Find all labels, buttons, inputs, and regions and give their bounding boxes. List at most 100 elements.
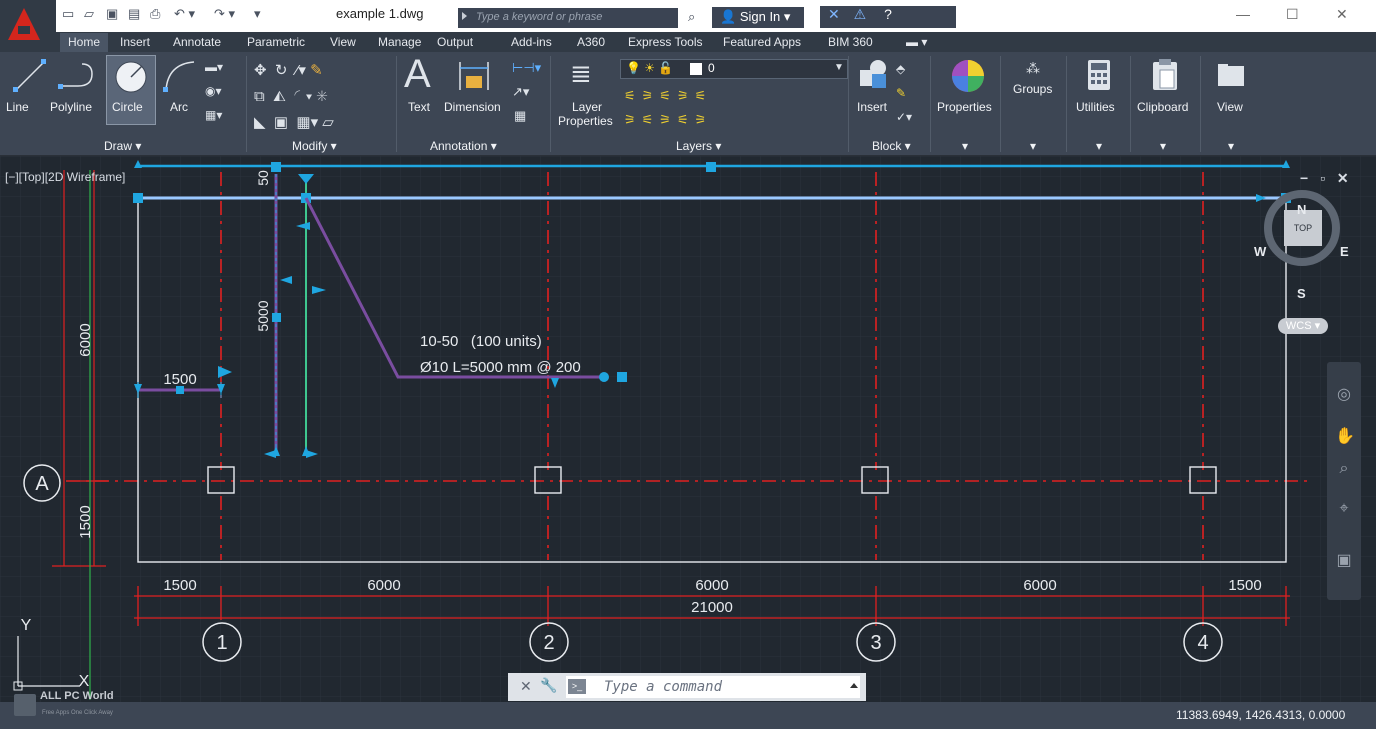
dimension-icon[interactable] (454, 58, 494, 94)
rotate-icon[interactable]: ↻ (275, 62, 288, 79)
command-placeholder[interactable]: Type a command (604, 679, 722, 695)
rebar-label-spec[interactable]: Ø10 L=5000 mm @ 200 (420, 359, 581, 376)
compass-north[interactable]: N (1297, 202, 1306, 217)
layer-tools[interactable]: ⚟⚞⚟⚞⚟ ⚞⚟⚞⚟⚞ (624, 84, 844, 132)
ucs-menu-button[interactable]: WCS ▾ (1278, 318, 1328, 334)
dimension-tool-label[interactable]: Dimension (444, 100, 501, 114)
tab-home[interactable]: Home (60, 33, 109, 52)
application-menu-button[interactable] (0, 0, 56, 52)
properties-panel-expand[interactable]: ▾ (962, 139, 968, 153)
group-icon[interactable]: ⁂ (1026, 60, 1040, 77)
utilities-panel-expand[interactable]: ▾ (1096, 139, 1102, 153)
layer-on-icon[interactable]: 💡 ☀ 🔓 (626, 61, 673, 75)
explode-icon[interactable]: ✳ (316, 88, 327, 105)
showmotion-icon[interactable]: ▣ (1335, 550, 1353, 569)
edit-block-icon[interactable]: ✎ (896, 86, 914, 100)
drawing-canvas[interactable]: A 1500 6000 6000 6000 1500 21000 1 2 3 4… (0, 156, 1376, 702)
text-tool-label[interactable]: Text (408, 100, 430, 114)
print-icon[interactable]: ⎙ (150, 6, 160, 24)
copy-icon[interactable]: ⧉ (254, 88, 265, 105)
clipboard-icon[interactable] (1150, 58, 1180, 92)
tab-manage[interactable]: Manage (378, 35, 421, 49)
circle-icon[interactable] (112, 58, 150, 96)
table-icon[interactable]: ▦ (514, 108, 532, 123)
rectangle-icon[interactable]: ▬▾ (205, 60, 223, 74)
open-file-icon[interactable]: ▱ (84, 6, 94, 24)
clipboard-panel-expand[interactable]: ▾ (1160, 139, 1166, 153)
leader-icon[interactable]: ↗▾ (512, 84, 530, 99)
tab-overflow-icon[interactable]: ▬ ▾ (906, 35, 927, 49)
layers-panel-title[interactable]: Layers ▾ (676, 139, 721, 153)
text-icon[interactable]: A (404, 52, 431, 97)
draw-panel-title[interactable]: Draw ▾ (104, 139, 141, 153)
stretch-icon[interactable]: ◣ (254, 114, 266, 131)
sign-in-button[interactable]: 👤 Sign In ▾ (712, 7, 805, 28)
wrench-icon[interactable]: 🔧 (540, 677, 557, 694)
layer-tools-row1-icons[interactable]: ⚟⚞⚟⚞⚟ (624, 88, 712, 103)
mirror-icon[interactable]: ◭ (273, 88, 286, 105)
polyline-tool-label[interactable]: Polyline (50, 100, 92, 114)
maximize-button[interactable]: ☐ (1286, 6, 1299, 23)
offset-icon[interactable]: ⏥ (322, 114, 334, 131)
drawing-svg[interactable]: A 1500 6000 6000 6000 1500 21000 1 2 3 4… (0, 156, 1376, 702)
grip-leader-square[interactable] (617, 372, 627, 382)
utilities-tool-label[interactable]: Utilities (1076, 100, 1115, 114)
viewport-window-controls[interactable]: − ▫ ✕ (1300, 170, 1353, 187)
grip-rebar-mid[interactable] (272, 313, 281, 322)
tab-parametric[interactable]: Parametric (247, 35, 305, 49)
tab-insert[interactable]: Insert (120, 35, 150, 49)
grip-left[interactable] (133, 193, 143, 203)
command-prompt-icon[interactable]: >_ (568, 679, 586, 694)
a360-icon[interactable]: ⚠ (854, 6, 867, 22)
line-tool-label[interactable]: Line (6, 100, 29, 114)
block-panel-title[interactable]: Block ▾ (872, 139, 911, 153)
exchange-apps-icon[interactable]: ✕ (828, 6, 840, 22)
layer-properties-icon[interactable]: ≣ (570, 58, 592, 89)
save-icon[interactable]: ▣ (106, 6, 118, 24)
grip-top-mid[interactable] (706, 162, 716, 172)
help-button[interactable]: ? (884, 6, 892, 22)
arc-icon[interactable] (160, 56, 200, 96)
erase-icon[interactable]: ✎ (310, 62, 323, 79)
tab-a360[interactable]: A360 (577, 35, 605, 49)
steering-wheel-icon[interactable]: ◎ (1335, 384, 1353, 403)
rebar-label-count[interactable]: 10-50 (100 units) (420, 333, 542, 350)
minimize-button[interactable]: — (1236, 6, 1250, 22)
scale-icon[interactable]: ▣ (274, 114, 288, 131)
insert-tool-label[interactable]: Insert (857, 100, 887, 114)
layer-properties-label-1[interactable]: Layer (572, 100, 602, 114)
properties-icon[interactable] (950, 58, 986, 94)
tab-view[interactable]: View (330, 35, 356, 49)
compass-west[interactable]: W (1254, 244, 1266, 259)
exchange-tools[interactable]: ✕ ⚠ ? (820, 6, 956, 28)
redo-icon[interactable]: ↷ ▾ (214, 6, 235, 24)
fillet-icon[interactable]: ◜▾ (294, 88, 312, 105)
layer-tools-row2-icons[interactable]: ⚞⚟⚞⚟⚞ (624, 112, 712, 127)
arc-tool-label[interactable]: Arc (170, 100, 188, 114)
chevron-down-icon[interactable]: ▼ (834, 62, 844, 73)
view-tool-label[interactable]: View (1217, 100, 1243, 114)
clipboard-tool-label[interactable]: Clipboard (1137, 100, 1188, 114)
hatch-icon[interactable]: ◉▾ (205, 84, 223, 98)
new-file-icon[interactable]: ▭ (62, 6, 74, 24)
tab-add-ins[interactable]: Add-ins (511, 35, 552, 49)
groups-tool-label[interactable]: Groups (1013, 82, 1052, 96)
groups-panel-expand[interactable]: ▾ (1030, 139, 1036, 153)
close-button[interactable]: ✕ (1336, 6, 1348, 23)
tab-featured-apps[interactable]: Featured Apps (723, 35, 801, 49)
binoculars-icon[interactable]: ⌕ (688, 9, 695, 25)
command-history-icon[interactable] (850, 683, 858, 688)
block-attribute-icon[interactable]: ✓▾ (896, 110, 914, 124)
view-panel-expand[interactable]: ▾ (1228, 139, 1234, 153)
gradient-icon[interactable]: ▦▾ (205, 108, 223, 122)
create-block-icon[interactable]: ⬘ (896, 62, 914, 76)
search-expand-icon[interactable] (462, 12, 467, 20)
save-as-icon[interactable]: ▤ (128, 6, 140, 24)
tab-output[interactable]: Output (437, 35, 473, 49)
coordinate-readout[interactable]: 11383.6949, 1426.4313, 0.0000 (1176, 708, 1345, 722)
view-icon[interactable] (1216, 62, 1246, 88)
grip-leader-end[interactable] (599, 372, 609, 382)
insert-block-icon[interactable] (856, 58, 890, 92)
calculator-icon[interactable] (1086, 58, 1112, 92)
line-icon[interactable] (10, 56, 50, 96)
